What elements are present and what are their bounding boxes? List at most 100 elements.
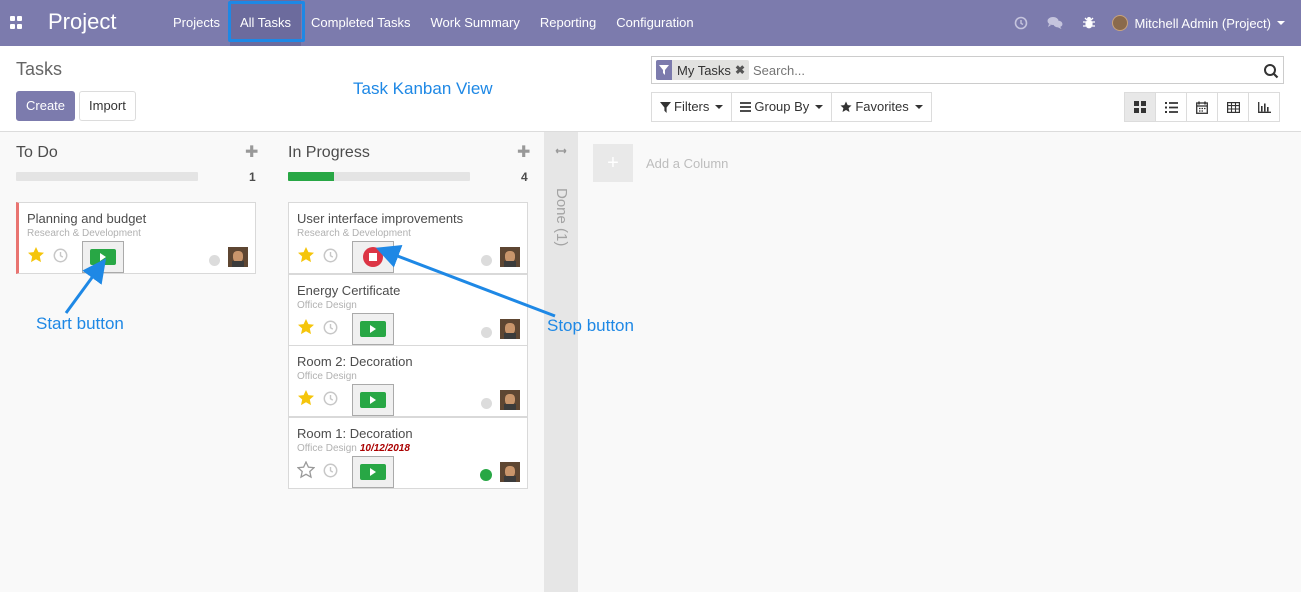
- clock-icon[interactable]: [323, 391, 338, 406]
- clock-icon[interactable]: [323, 463, 338, 478]
- folded-column-done[interactable]: Done (1): [544, 132, 578, 592]
- search-input[interactable]: [753, 58, 1283, 82]
- kanban-state-dot[interactable]: [481, 398, 492, 409]
- star-icon[interactable]: [297, 246, 315, 264]
- clock-icon[interactable]: [323, 320, 338, 335]
- menu-work-summary[interactable]: Work Summary: [421, 0, 530, 46]
- search-icon[interactable]: [1263, 63, 1279, 79]
- list-view-button[interactable]: [1155, 92, 1187, 122]
- user-name: Mitchell Admin (Project): [1134, 15, 1271, 31]
- add-column-button[interactable]: +: [593, 144, 633, 182]
- menu-configuration[interactable]: Configuration: [606, 0, 703, 46]
- assignee-avatar[interactable]: [500, 319, 520, 339]
- debug-bug-icon[interactable]: [1072, 0, 1106, 46]
- timer-start-button[interactable]: [352, 456, 394, 488]
- navbar-systray: Mitchell Admin (Project): [1004, 0, 1301, 46]
- card-project-name: Office Design: [297, 371, 357, 382]
- stop-button-annotation: Stop button: [547, 316, 634, 335]
- kanban-state-dot[interactable]: [481, 255, 492, 266]
- activity-clock-icon[interactable]: [1004, 0, 1038, 46]
- start-button-annotation: Start button: [36, 314, 124, 333]
- menu-reporting[interactable]: Reporting: [530, 0, 606, 46]
- filters-label: Filters: [674, 99, 710, 114]
- column-count: 4: [521, 170, 528, 184]
- star-icon[interactable]: [297, 318, 315, 336]
- card-project: Office Design 10/12/2018: [297, 443, 410, 454]
- assignee-avatar[interactable]: [228, 247, 248, 267]
- timer-start-button[interactable]: [352, 384, 394, 416]
- column-progressbar[interactable]: [288, 172, 470, 181]
- card-title: Room 2: Decoration: [297, 354, 413, 369]
- filters-caret-icon: [715, 105, 724, 109]
- star-icon[interactable]: [297, 389, 315, 407]
- view-switcher: [1124, 92, 1280, 122]
- chat-comments-icon[interactable]: [1038, 0, 1072, 46]
- filter-funnel-icon: [656, 60, 672, 80]
- search-facet: My Tasks ✖: [656, 60, 749, 80]
- kanban-view: To Do ✚ 1 Planning and budget Research &…: [0, 132, 1301, 592]
- groupby-dropdown[interactable]: Group By: [731, 92, 833, 122]
- clock-icon[interactable]: [53, 248, 68, 263]
- card-project-name: Research & Development: [27, 228, 141, 239]
- card-project: Research & Development: [297, 228, 411, 239]
- kanban-state-dot[interactable]: [481, 327, 492, 338]
- menu-completed-tasks[interactable]: Completed Tasks: [301, 0, 420, 46]
- kanban-state-dot[interactable]: [480, 469, 492, 481]
- top-navbar: Project Projects All Tasks Completed Tas…: [0, 0, 1301, 46]
- card-title: Room 1: Decoration: [297, 426, 413, 441]
- kanban-card[interactable]: Room 1: Decoration Office Design 10/12/20…: [288, 417, 528, 489]
- progress-fill: [288, 172, 334, 181]
- pivot-view-button[interactable]: [1217, 92, 1249, 122]
- column-quick-create-icon[interactable]: ✚: [517, 142, 530, 162]
- clock-icon[interactable]: [323, 248, 338, 263]
- graph-view-button[interactable]: [1248, 92, 1280, 122]
- bars-icon: [740, 102, 752, 112]
- assignee-avatar[interactable]: [500, 462, 520, 482]
- kanban-state-dot[interactable]: [209, 255, 220, 266]
- create-button[interactable]: Create: [16, 91, 76, 121]
- card-project: Office Design: [297, 300, 357, 311]
- timer-stop-button[interactable]: [352, 241, 394, 273]
- timer-start-button[interactable]: [82, 241, 124, 273]
- card-title: Planning and budget: [27, 211, 147, 226]
- assignee-avatar[interactable]: [500, 247, 520, 267]
- kanban-view-button[interactable]: [1124, 92, 1156, 122]
- kanban-card[interactable]: Room 2: Decoration Office Design: [288, 345, 528, 417]
- folded-column-title: Done (1): [553, 188, 570, 247]
- timer-start-button[interactable]: [352, 313, 394, 345]
- star-icon[interactable]: [27, 246, 45, 264]
- star-outline-icon[interactable]: [297, 461, 315, 479]
- import-button[interactable]: Import: [79, 91, 136, 121]
- facet-remove-icon[interactable]: ✖: [735, 63, 749, 77]
- card-deadline: 10/12/2018: [359, 443, 410, 454]
- kanban-card[interactable]: Planning and budget Research & Developme…: [16, 202, 256, 274]
- calendar-view-button[interactable]: [1186, 92, 1218, 122]
- card-project: Office Design: [297, 371, 357, 382]
- kanban-card[interactable]: User interface improvements Research & D…: [288, 202, 528, 274]
- all-tasks-highlight: [228, 1, 305, 42]
- search-bar: My Tasks ✖: [651, 56, 1284, 84]
- column-quick-create-icon[interactable]: ✚: [245, 142, 258, 162]
- assignee-avatar[interactable]: [500, 390, 520, 410]
- app-title[interactable]: Project: [48, 9, 116, 35]
- menu-projects[interactable]: Projects: [163, 0, 230, 46]
- expand-arrows-icon: [555, 148, 567, 154]
- play-icon: [360, 392, 386, 408]
- user-menu[interactable]: Mitchell Admin (Project): [1106, 15, 1301, 31]
- kanban-card[interactable]: Energy Certificate Office Design: [288, 274, 528, 346]
- column-progressbar[interactable]: [16, 172, 198, 181]
- stop-icon: [363, 247, 383, 267]
- pivot-icon: [1226, 101, 1240, 113]
- apps-menu-icon[interactable]: [10, 16, 23, 29]
- favorites-label: Favorites: [855, 99, 909, 114]
- favorites-dropdown[interactable]: Favorites: [831, 92, 932, 122]
- calendar-icon: [1196, 101, 1208, 114]
- filters-dropdown[interactable]: Filters: [651, 92, 733, 122]
- graph-icon: [1257, 101, 1271, 113]
- control-panel: Tasks Create Import Task Kanban View My …: [0, 46, 1301, 132]
- add-column-label[interactable]: Add a Column: [646, 156, 728, 171]
- card-project-name: Office Design: [297, 300, 357, 311]
- filter-icon: [660, 101, 671, 113]
- task-kanban-view-annotation: Task Kanban View: [353, 79, 493, 98]
- column-count: 1: [249, 170, 256, 184]
